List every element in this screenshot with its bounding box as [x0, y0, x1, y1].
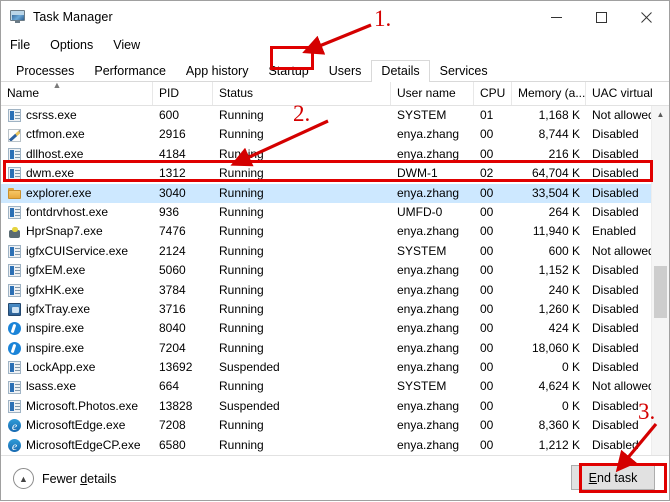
annotation-arrows — [1, 1, 670, 502]
annotation-number-3: 3. — [638, 399, 655, 425]
annotation-number-2: 2. — [293, 101, 310, 127]
tab-details[interactable]: Details — [371, 60, 429, 82]
annotation-number-1: 1. — [374, 6, 391, 32]
task-manager-window: Task Manager File Options View Processes… — [0, 0, 670, 501]
